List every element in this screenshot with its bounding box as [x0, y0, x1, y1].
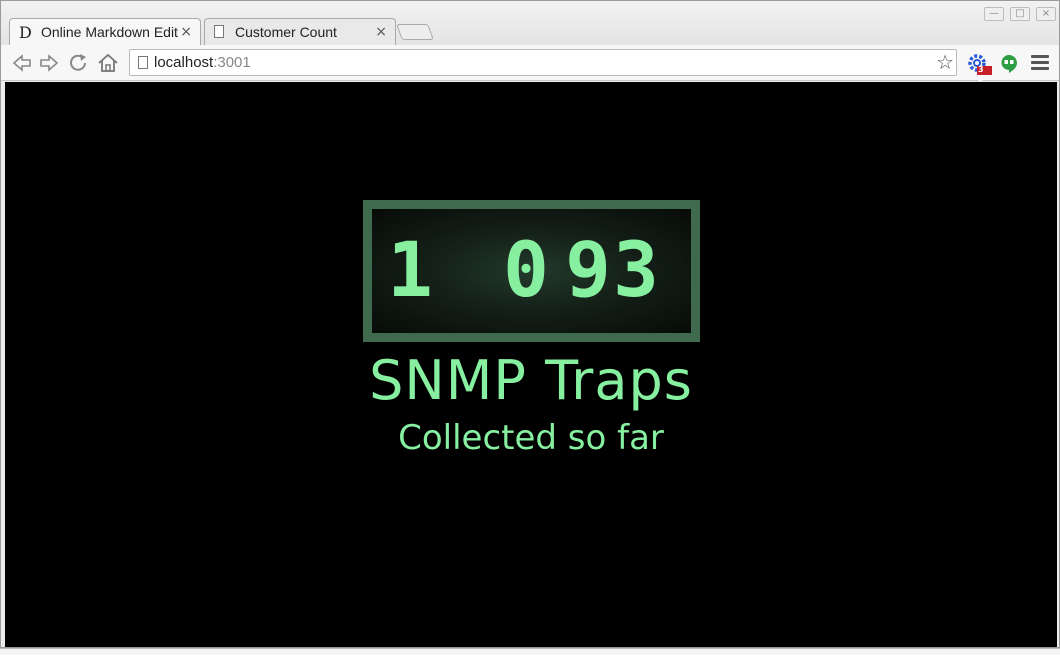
browser-menu-button[interactable]: [1031, 55, 1049, 71]
close-window-button[interactable]: ×: [1036, 7, 1056, 21]
counter-digit: 0: [503, 225, 549, 314]
menu-bar-icon: [1031, 55, 1049, 58]
browser-window: D Online Markdown Edit × Customer Count …: [0, 0, 1060, 648]
background-window-strip: [0, 648, 1060, 655]
page-subtitle: Collected so far: [398, 418, 664, 458]
counter-display: 1 0 9 3: [372, 209, 691, 333]
extension-badge: 3 3: [978, 65, 984, 83]
home-icon: [98, 53, 118, 72]
bookmark-star-icon[interactable]: ☆: [936, 51, 954, 73]
page-icon: [138, 56, 148, 69]
page-title: SNMP Traps: [369, 349, 693, 412]
maximize-button[interactable]: □: [1010, 7, 1030, 21]
tab-online-markdown-editor[interactable]: D Online Markdown Edit ×: [9, 18, 201, 45]
close-icon[interactable]: ×: [375, 24, 387, 40]
page-viewport: 1 0 9 3 SNMP Traps Collected so far: [5, 82, 1057, 647]
hangouts-icon: [1001, 55, 1017, 73]
hangouts-extension-button[interactable]: [998, 53, 1020, 75]
browser-toolbar: localhost:3001 ☆ 3 3: [1, 45, 1059, 83]
dillinger-favicon-icon: D: [19, 23, 32, 42]
address-bar[interactable]: localhost:3001 ☆: [129, 49, 957, 76]
counter-digit: 3: [613, 225, 659, 314]
reload-button[interactable]: [67, 52, 91, 74]
url-host: localhost: [154, 54, 214, 71]
forward-button[interactable]: [38, 52, 62, 74]
forward-arrow-icon: [40, 54, 59, 72]
close-icon[interactable]: ×: [180, 24, 192, 40]
back-button[interactable]: [9, 52, 33, 74]
menu-bar-icon: [1031, 67, 1049, 70]
back-arrow-icon: [12, 54, 31, 72]
extension-gear-button[interactable]: 3 3: [966, 53, 992, 83]
minimize-button[interactable]: —: [984, 7, 1004, 21]
page-favicon-icon: [214, 25, 224, 38]
tab-customer-count[interactable]: Customer Count ×: [204, 18, 396, 45]
home-button[interactable]: [96, 52, 120, 74]
counter-digit: 1: [387, 225, 433, 314]
reload-icon: [70, 54, 86, 71]
new-tab-button[interactable]: [396, 24, 434, 40]
url-port: :3001: [213, 54, 251, 71]
tab-title: Customer Count: [235, 24, 337, 40]
menu-bar-icon: [1031, 61, 1049, 64]
trap-counter: 1 0 9 3: [363, 200, 700, 342]
tab-title: Online Markdown Edit: [41, 24, 178, 40]
address-url: localhost:3001: [154, 54, 251, 71]
tab-strip: D Online Markdown Edit × Customer Count …: [1, 1, 1059, 45]
